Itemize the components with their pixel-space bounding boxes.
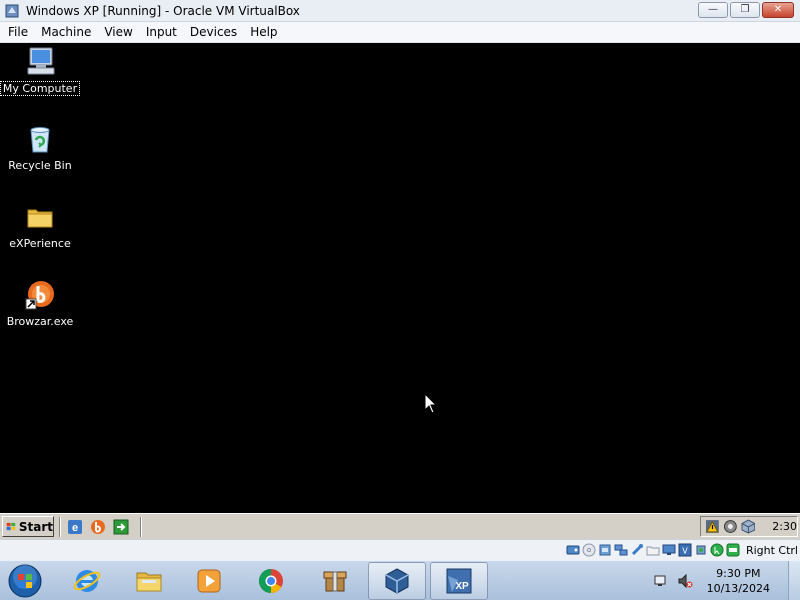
desktop-icon-label: My Computer [0, 81, 81, 96]
guest-desktop[interactable]: My Computer Recycle Bin eXPerience Browz… [0, 43, 800, 513]
taskbar-separator [140, 516, 142, 537]
archive-icon [323, 571, 347, 592]
taskbar-internet-explorer[interactable] [58, 562, 116, 600]
recycle-bin-icon [30, 127, 50, 153]
start-label: Start [18, 519, 53, 534]
usb-icon[interactable] [630, 543, 644, 557]
mouse-integration-icon[interactable] [710, 543, 724, 557]
menu-machine[interactable]: Machine [41, 23, 100, 41]
show-desktop-icon [113, 519, 129, 534]
display-icon[interactable] [662, 543, 676, 557]
svg-text:XP: XP [455, 581, 469, 592]
media-player-icon [197, 569, 221, 593]
cpu-icon[interactable] [694, 543, 708, 557]
restore-icon: ❐ [740, 4, 750, 15]
network-icon[interactable] [614, 543, 628, 557]
menu-help[interactable]: Help [250, 23, 286, 41]
internet-explorer-icon [73, 570, 101, 592]
start-button[interactable]: Start [2, 516, 54, 537]
desktop-icon-experience[interactable]: eXPerience [1, 201, 79, 250]
shared-folders-icon[interactable] [646, 543, 660, 557]
windows-start-orb-icon[interactable] [6, 563, 44, 599]
quick-launch-browzar[interactable] [89, 518, 107, 536]
restore-button[interactable]: ❐ [730, 2, 760, 18]
quick-launch-ie[interactable]: e [66, 518, 84, 536]
host-taskbar: XP 9:30 PM 10/13/2024 [0, 560, 800, 600]
minimize-icon: — [708, 4, 718, 15]
desktop-icon-browzar[interactable]: Browzar.exe [1, 279, 79, 328]
desktop-icon-label: Recycle Bin [8, 159, 72, 172]
taskbar-separator [59, 516, 61, 537]
virtualbox-app-icon [5, 4, 19, 17]
browzar-icon [91, 519, 105, 534]
mouse-cursor-icon [424, 393, 438, 414]
video-capture-icon[interactable]: V [678, 543, 692, 557]
host-system-tray: 9:30 PM 10/13/2024 [653, 561, 800, 600]
minimize-button[interactable]: — [698, 2, 728, 18]
menu-file[interactable]: File [8, 23, 37, 41]
host-date: 10/13/2024 [706, 582, 770, 595]
audio-tray-icon[interactable] [723, 519, 738, 534]
file-explorer-icon [136, 572, 162, 592]
hard-disk-icon[interactable] [566, 543, 580, 557]
windows-flag-icon [6, 522, 16, 531]
taskbar-virtualbox[interactable] [368, 562, 426, 600]
quick-launch-show-desktop[interactable] [112, 518, 130, 536]
optical-drive-icon[interactable] [582, 543, 596, 557]
svg-text:V: V [682, 547, 688, 556]
close-icon: ✕ [773, 4, 783, 15]
menu-input[interactable]: Input [146, 23, 186, 41]
keyboard-icon[interactable] [726, 543, 740, 557]
my-computer-icon [27, 47, 55, 75]
menu-devices[interactable]: Devices [190, 23, 246, 41]
window-controls: — ❐ ✕ [698, 2, 794, 18]
virtualbox-icon [385, 568, 409, 594]
host-key-label: Right Ctrl [745, 543, 798, 557]
virtualbox-screen: Windows XP [Running] - Oracle VM Virtual… [0, 0, 800, 600]
security-alert-icon[interactable] [705, 519, 720, 534]
browzar-icon [25, 281, 54, 310]
taskbar-windows-xp-vm[interactable]: XP [430, 562, 488, 600]
desktop-icon-label: Browzar.exe [6, 315, 74, 328]
ie-icon: e [68, 519, 82, 534]
taskbar-archive-manager[interactable] [306, 562, 364, 600]
show-desktop-button[interactable] [788, 561, 800, 600]
menu-bar: File Machine View Input Devices Help [0, 22, 800, 43]
menu-view[interactable]: View [104, 23, 141, 41]
folder-icon [27, 209, 53, 228]
host-clock[interactable]: 9:30 PM 10/13/2024 [707, 566, 770, 596]
vbox-status-bar: V Right Ctrl [0, 539, 800, 560]
title-bar: Windows XP [Running] - Oracle VM Virtual… [0, 0, 800, 22]
taskbar-chrome[interactable] [242, 562, 300, 600]
host-time: 9:30 PM [716, 567, 761, 580]
chrome-icon [258, 569, 283, 593]
taskbar-file-explorer[interactable] [120, 562, 178, 600]
windows-xp-vm-icon: XP [446, 568, 472, 594]
close-button[interactable]: ✕ [762, 2, 794, 18]
desktop-icon-recycle-bin[interactable]: Recycle Bin [1, 123, 79, 172]
guest-taskbar: Start e 2:30 [0, 513, 800, 539]
desktop-icon-my-computer[interactable]: My Computer [0, 45, 81, 96]
window-title: Windows XP [Running] - Oracle VM Virtual… [26, 3, 300, 18]
vbox-additions-icon[interactable] [741, 519, 756, 534]
taskbar-media-player[interactable] [180, 562, 238, 600]
desktop-icon-label: eXPerience [9, 237, 71, 250]
network-tray-icon[interactable] [653, 573, 669, 589]
svg-text:e: e [72, 522, 78, 534]
guest-system-tray: 2:30 [700, 516, 798, 537]
volume-muted-icon[interactable] [677, 573, 693, 589]
audio-icon[interactable] [598, 543, 612, 557]
guest-clock[interactable]: 2:30 [772, 520, 797, 533]
